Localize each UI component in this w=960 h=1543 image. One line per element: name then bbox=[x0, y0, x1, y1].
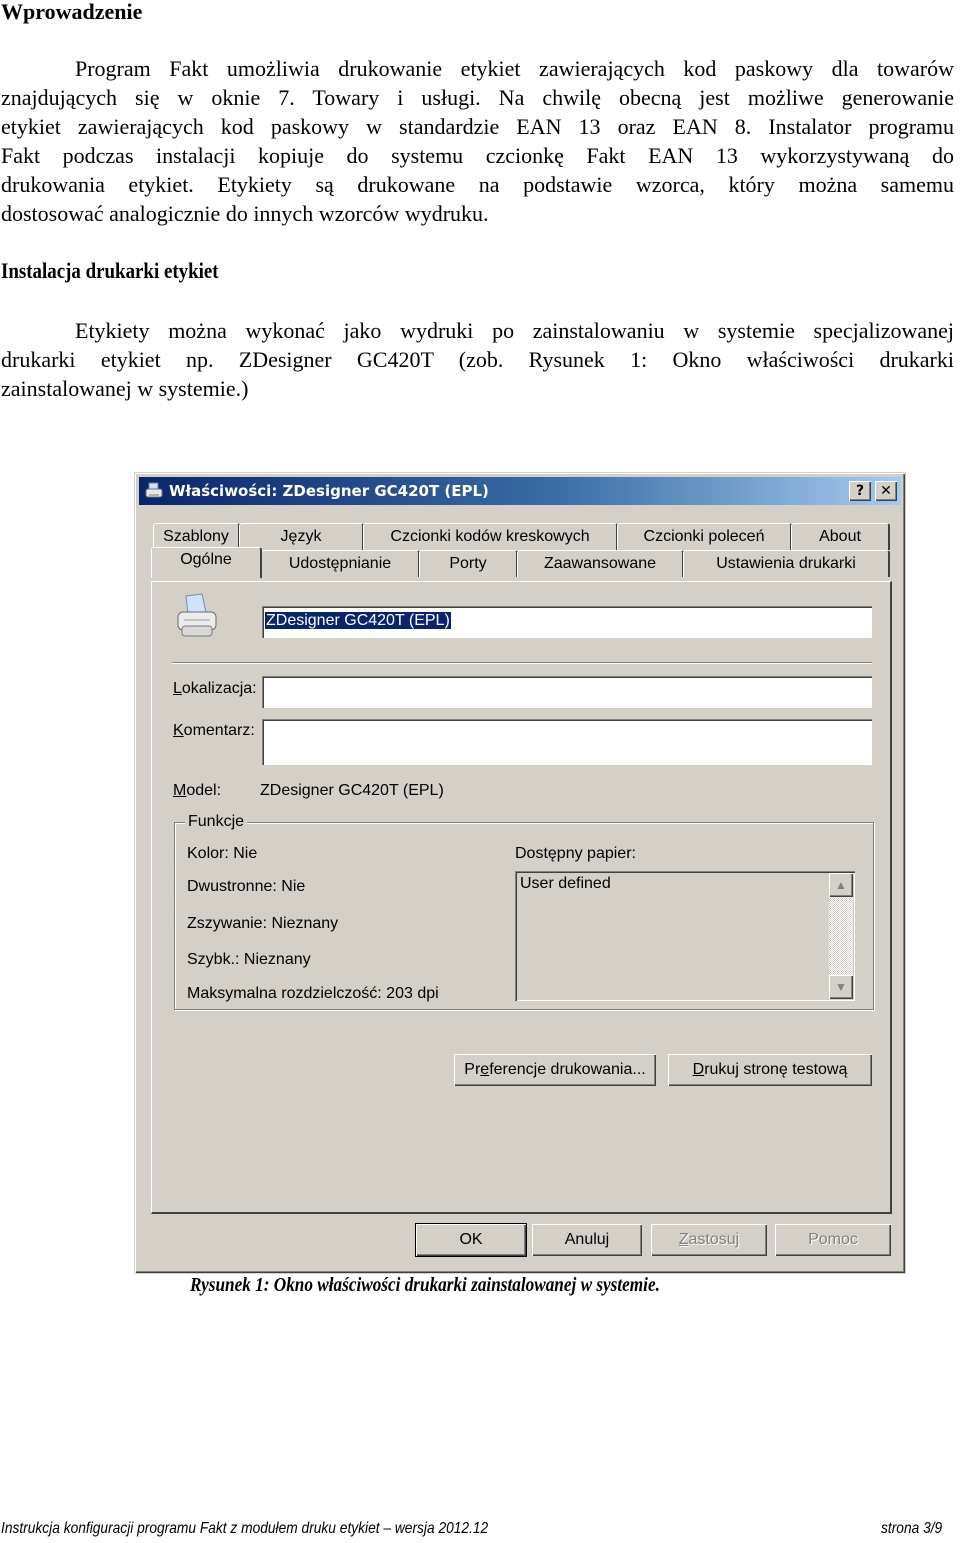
close-button[interactable]: ✕ bbox=[875, 481, 897, 501]
paragraph-line: znajdujących się w oknie 7. Towary i usł… bbox=[1, 85, 954, 110]
title-bar[interactable]: Właściwości: ZDesigner GC420T (EPL) ? ✕ bbox=[139, 477, 901, 505]
printer-icon bbox=[145, 482, 163, 498]
printer-properties-dialog: Właściwości: ZDesigner GC420T (EPL) ? ✕ … bbox=[134, 472, 906, 1274]
tab-ustawienia-drukarki[interactable]: Ustawienia drukarki bbox=[683, 550, 890, 577]
ok-button[interactable]: OK bbox=[415, 1223, 527, 1257]
tab-czcionki-polecen[interactable]: Czcionki poleceń bbox=[617, 523, 792, 550]
help-title-button[interactable]: ? bbox=[849, 481, 871, 501]
scroll-down-icon[interactable]: ▼ bbox=[829, 975, 853, 999]
dialog-title: Właściwości: ZDesigner GC420T (EPL) bbox=[169, 482, 489, 500]
feature-max-resolution: Maksymalna rozdzielczość: 203 dpi bbox=[187, 985, 439, 1002]
general-tab-panel: ZDesigner GC420T (EPL) Lokalizacja: Kome… bbox=[151, 581, 892, 1214]
paragraph-line: etykiet zawierających kod paskowy w stan… bbox=[1, 114, 954, 139]
paper-listbox[interactable]: User defined ▲ ▼ bbox=[515, 871, 855, 1001]
paragraph-line: Fakt podczas instalacji kopiuje do syste… bbox=[1, 143, 954, 168]
model-label: Model: bbox=[173, 782, 222, 799]
paragraph-line: dostosować analogicznie do innych wzorcó… bbox=[1, 201, 489, 226]
printer-large-icon bbox=[177, 593, 217, 637]
separator bbox=[172, 662, 872, 664]
tab-about[interactable]: About bbox=[791, 523, 890, 550]
feature-staple: Zszywanie: Nieznany bbox=[187, 915, 339, 932]
scroll-up-icon[interactable]: ▲ bbox=[829, 873, 853, 897]
feature-speed: Szybk.: Nieznany bbox=[187, 951, 311, 968]
paper-scrollbar[interactable]: ▲ ▼ bbox=[829, 873, 853, 999]
cancel-button[interactable]: Anuluj bbox=[532, 1224, 642, 1256]
print-test-page-button[interactable]: Drukuj stronę testową bbox=[668, 1054, 872, 1086]
model-value: ZDesigner GC420T (EPL) bbox=[260, 782, 444, 799]
tab-porty[interactable]: Porty bbox=[419, 550, 518, 577]
paragraph-line: Program Fakt umożliwia drukowanie etykie… bbox=[75, 56, 954, 81]
tab-szablony[interactable]: Szablony bbox=[153, 523, 240, 550]
paper-label: Dostępny papier: bbox=[515, 845, 636, 862]
comment-input[interactable] bbox=[262, 719, 872, 765]
location-input[interactable] bbox=[262, 676, 872, 708]
paragraph-line: drukarki etykiet np. ZDesigner GC420T (z… bbox=[1, 347, 954, 372]
tab-udostepnianie[interactable]: Udostępnianie bbox=[261, 550, 420, 577]
footer-title: Instrukcja konfiguracji programu Fakt z … bbox=[1, 1520, 489, 1537]
help-button[interactable]: Pomoc bbox=[775, 1224, 891, 1256]
features-group: Funkcje Kolor: Nie Dwustronne: Nie Zszyw… bbox=[174, 813, 874, 1010]
tab-jezyk[interactable]: Język bbox=[239, 523, 364, 550]
apply-button[interactable]: Zastosuj bbox=[651, 1224, 767, 1256]
comment-label: Komentarz: bbox=[173, 722, 255, 739]
feature-color: Kolor: Nie bbox=[187, 845, 258, 862]
paper-item[interactable]: User defined bbox=[520, 875, 611, 893]
printer-name-value: ZDesigner GC420T (EPL) bbox=[265, 612, 451, 629]
feature-duplex: Dwustronne: Nie bbox=[187, 878, 306, 895]
footer-page-number: strona 3/9 bbox=[881, 1520, 943, 1537]
paragraph-line: zainstalowanej w systemie.) bbox=[1, 376, 249, 401]
printer-name-input[interactable]: ZDesigner GC420T (EPL) bbox=[262, 606, 872, 638]
heading-wprowadzenie: Wprowadzenie bbox=[1, 0, 143, 24]
heading-instalacja: Instalacja drukarki etykiet bbox=[1, 258, 219, 283]
printing-preferences-button[interactable]: Preferencje drukowania... bbox=[454, 1054, 656, 1086]
location-label: Lokalizacja: bbox=[173, 680, 257, 697]
tab-zaawansowane[interactable]: Zaawansowane bbox=[517, 550, 684, 577]
tab-ogolne[interactable]: Ogólne bbox=[151, 547, 262, 578]
tab-czcionki-kodow-kreskowych[interactable]: Czcionki kodów kreskowych bbox=[363, 523, 618, 550]
features-title: Funkcje bbox=[185, 813, 248, 831]
figure-caption: Rysunek 1: Okno właściwości drukarki zai… bbox=[190, 1274, 660, 1296]
paragraph-line: Etykiety można wykonać jako wydruki po z… bbox=[75, 318, 954, 343]
paragraph-installation: Etykiety można wykonać jako wydruki po z… bbox=[1, 316, 954, 403]
paragraph-intro: Program Fakt umożliwia drukowanie etykie… bbox=[1, 54, 954, 228]
paragraph-line: drukowania etykiet. Etykiety są drukowan… bbox=[1, 172, 954, 197]
